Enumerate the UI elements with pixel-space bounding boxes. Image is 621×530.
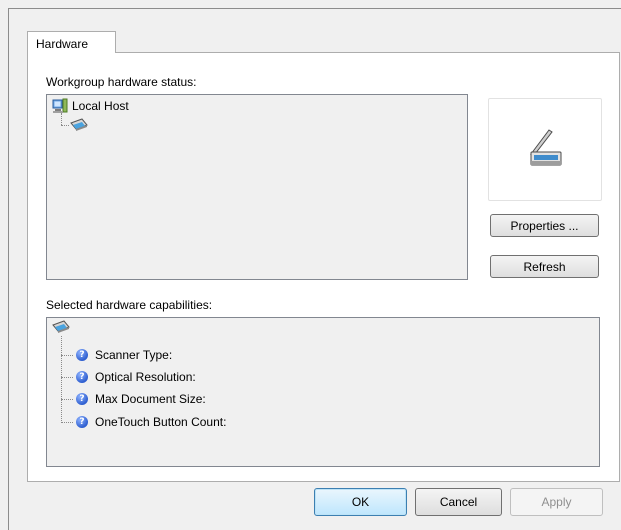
capability-label: OneTouch Button Count: bbox=[95, 415, 227, 429]
hardware-tab-panel: Workgroup hardware status: Local Host Pr… bbox=[27, 52, 620, 482]
tab-hardware[interactable]: Hardware bbox=[27, 31, 116, 53]
capability-item[interactable]: ? Max Document Size: bbox=[76, 392, 206, 406]
tab-hardware-label: Hardware bbox=[36, 37, 89, 51]
tree-connector bbox=[61, 125, 69, 126]
properties-button[interactable]: Properties ... bbox=[490, 214, 599, 237]
dialog-window: Hardware Workgroup hardware status: Loca… bbox=[8, 8, 621, 530]
capability-item[interactable]: ? Scanner Type: bbox=[76, 348, 172, 362]
scanner-icon bbox=[52, 320, 70, 334]
tree-connector bbox=[61, 113, 62, 125]
workgroup-hardware-tree[interactable]: Local Host bbox=[46, 94, 468, 280]
capability-label: Scanner Type: bbox=[95, 348, 173, 362]
computer-icon bbox=[52, 98, 68, 114]
ok-button[interactable]: OK bbox=[314, 488, 407, 516]
tree-node-local-host-label: Local Host bbox=[72, 99, 129, 113]
help-icon: ? bbox=[76, 349, 88, 361]
capability-label: Max Document Size: bbox=[95, 392, 206, 406]
tree-node-local-host[interactable]: Local Host bbox=[52, 98, 129, 114]
workgroup-status-label: Workgroup hardware status: bbox=[46, 75, 197, 89]
tree-connector bbox=[61, 336, 62, 423]
tree-connector bbox=[61, 377, 73, 378]
capability-item[interactable]: ? OneTouch Button Count: bbox=[76, 415, 226, 429]
help-icon: ? bbox=[76, 416, 88, 428]
capabilities-root-node[interactable] bbox=[52, 320, 70, 334]
apply-button[interactable]: Apply bbox=[510, 488, 603, 516]
refresh-button[interactable]: Refresh bbox=[490, 255, 599, 278]
tree-connector bbox=[61, 422, 73, 423]
help-icon: ? bbox=[76, 371, 88, 383]
capability-item[interactable]: ? Optical Resolution: bbox=[76, 370, 196, 384]
tree-connector bbox=[61, 355, 73, 356]
capability-label: Optical Resolution: bbox=[95, 370, 196, 384]
scanner-icon bbox=[70, 118, 88, 132]
tree-node-scanner[interactable] bbox=[70, 118, 88, 132]
capabilities-label: Selected hardware capabilities: bbox=[46, 298, 213, 312]
cancel-button[interactable]: Cancel bbox=[415, 488, 502, 516]
help-icon: ? bbox=[76, 393, 88, 405]
scanner-preview bbox=[488, 98, 602, 201]
capabilities-tree[interactable]: ? Scanner Type: ? Optical Resolution: ? … bbox=[46, 317, 600, 467]
scanner-large-icon bbox=[527, 128, 565, 171]
tree-connector bbox=[61, 399, 73, 400]
